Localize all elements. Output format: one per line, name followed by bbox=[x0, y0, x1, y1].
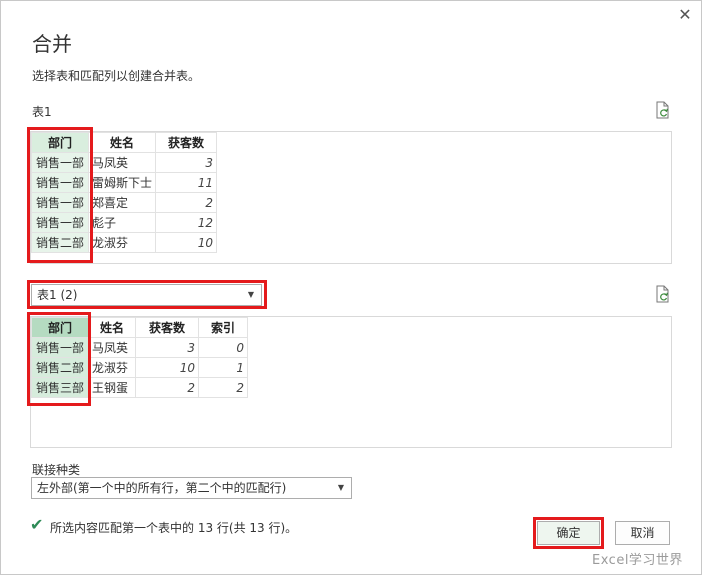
cancel-button[interactable]: 取消 bbox=[615, 521, 670, 545]
table-cell: 销售一部 bbox=[31, 192, 89, 213]
table-row: 销售一部 雷姆斯下士 11 bbox=[31, 172, 218, 193]
column-header[interactable]: 索引 bbox=[198, 317, 248, 338]
table-cell: 3 bbox=[155, 152, 218, 173]
table-cell: 2 bbox=[198, 377, 248, 398]
dialog-subtitle: 选择表和匹配列以创建合并表。 bbox=[32, 69, 201, 83]
table-row: 销售二部 龙淑芬 10 bbox=[31, 232, 218, 253]
chevron-down-icon: ▼ bbox=[247, 290, 254, 299]
chevron-down-icon: ▼ bbox=[337, 483, 344, 492]
table-cell: 0 bbox=[198, 337, 248, 358]
table1-label: 表1 bbox=[32, 105, 52, 119]
column-header[interactable]: 获客数 bbox=[135, 317, 199, 338]
table-row: 销售一部 彪子 12 bbox=[31, 212, 218, 233]
dialog-title: 合并 bbox=[32, 32, 72, 56]
table-cell: 3 bbox=[135, 337, 199, 358]
table-cell: 销售一部 bbox=[31, 212, 89, 233]
column-header[interactable]: 姓名 bbox=[87, 132, 157, 153]
table-cell: 销售二部 bbox=[31, 232, 89, 253]
table-cell: 12 bbox=[155, 212, 218, 233]
table-cell: 彪子 bbox=[87, 212, 157, 233]
table-cell: 雷姆斯下士 bbox=[87, 172, 157, 193]
table2-grid: 部门 姓名 获客数 索引 销售一部 马凤英 3 0 销售二部 龙淑芬 10 1 销售三部 王钢蛋 2 2 bbox=[31, 317, 248, 398]
table-cell: 10 bbox=[135, 357, 199, 378]
join-kind-label: 联接种类 bbox=[32, 463, 81, 477]
table-cell: 郑喜定 bbox=[87, 192, 157, 213]
table-row: 销售一部 郑喜定 2 bbox=[31, 192, 218, 213]
table2-select-value: 表1 (2) bbox=[37, 288, 78, 302]
table-cell: 1 bbox=[198, 357, 248, 378]
table-row: 销售三部 王钢蛋 2 2 bbox=[31, 377, 248, 398]
check-icon: ✔ bbox=[30, 515, 44, 534]
column-header[interactable]: 姓名 bbox=[88, 317, 136, 338]
refresh-icon[interactable] bbox=[654, 101, 672, 119]
table-cell: 销售一部 bbox=[31, 152, 89, 173]
table-cell: 龙淑芬 bbox=[88, 357, 136, 378]
table-cell: 马凤英 bbox=[87, 152, 157, 173]
table-cell: 销售二部 bbox=[31, 357, 89, 378]
column-header[interactable]: 获客数 bbox=[155, 132, 218, 153]
join-kind-select[interactable]: 左外部(第一个中的所有行，第二个中的匹配行) ▼ bbox=[31, 477, 352, 499]
table-cell: 销售三部 bbox=[31, 377, 89, 398]
table-row: 销售一部 马凤英 3 0 bbox=[31, 337, 248, 358]
table-cell: 2 bbox=[135, 377, 199, 398]
table-cell: 10 bbox=[155, 232, 218, 253]
table2-preview: 部门 姓名 获客数 索引 销售一部 马凤英 3 0 销售二部 龙淑芬 10 1 销售三部 王钢蛋 2 2 bbox=[30, 316, 672, 448]
table-cell: 龙淑芬 bbox=[87, 232, 157, 253]
match-status: 所选内容匹配第一个表中的 13 行(共 13 行)。 bbox=[50, 521, 298, 535]
watermark-text: Excel学习世界 bbox=[592, 553, 683, 568]
column-header-selected[interactable]: 部门 bbox=[31, 132, 89, 153]
table-row: 销售一部 马凤英 3 bbox=[31, 152, 218, 173]
column-header-selected[interactable]: 部门 bbox=[31, 317, 89, 338]
join-kind-value: 左外部(第一个中的所有行，第二个中的匹配行) bbox=[37, 481, 287, 495]
table1-grid: 部门 姓名 获客数 销售一部 马凤英 3 销售一部 雷姆斯下士 11 销售一部 郑喜定 2 销售一部彪… bbox=[31, 132, 218, 253]
table-cell: 11 bbox=[155, 172, 218, 193]
table-cell: 销售一部 bbox=[31, 337, 89, 358]
table-cell: 销售一部 bbox=[31, 172, 89, 193]
ok-button[interactable]: 确定 bbox=[537, 521, 600, 545]
table2-select[interactable]: 表1 (2) ▼ bbox=[31, 284, 262, 306]
table-cell: 马凤英 bbox=[88, 337, 136, 358]
table-cell: 王钢蛋 bbox=[88, 377, 136, 398]
table-cell: 2 bbox=[155, 192, 218, 213]
table-row: 销售二部 龙淑芬 10 1 bbox=[31, 357, 248, 378]
close-icon[interactable]: ✕ bbox=[676, 6, 694, 24]
refresh-icon[interactable] bbox=[654, 285, 672, 303]
table1-preview: 部门 姓名 获客数 销售一部 马凤英 3 销售一部 雷姆斯下士 11 销售一部 郑喜定 2 销售一部彪… bbox=[30, 131, 672, 264]
